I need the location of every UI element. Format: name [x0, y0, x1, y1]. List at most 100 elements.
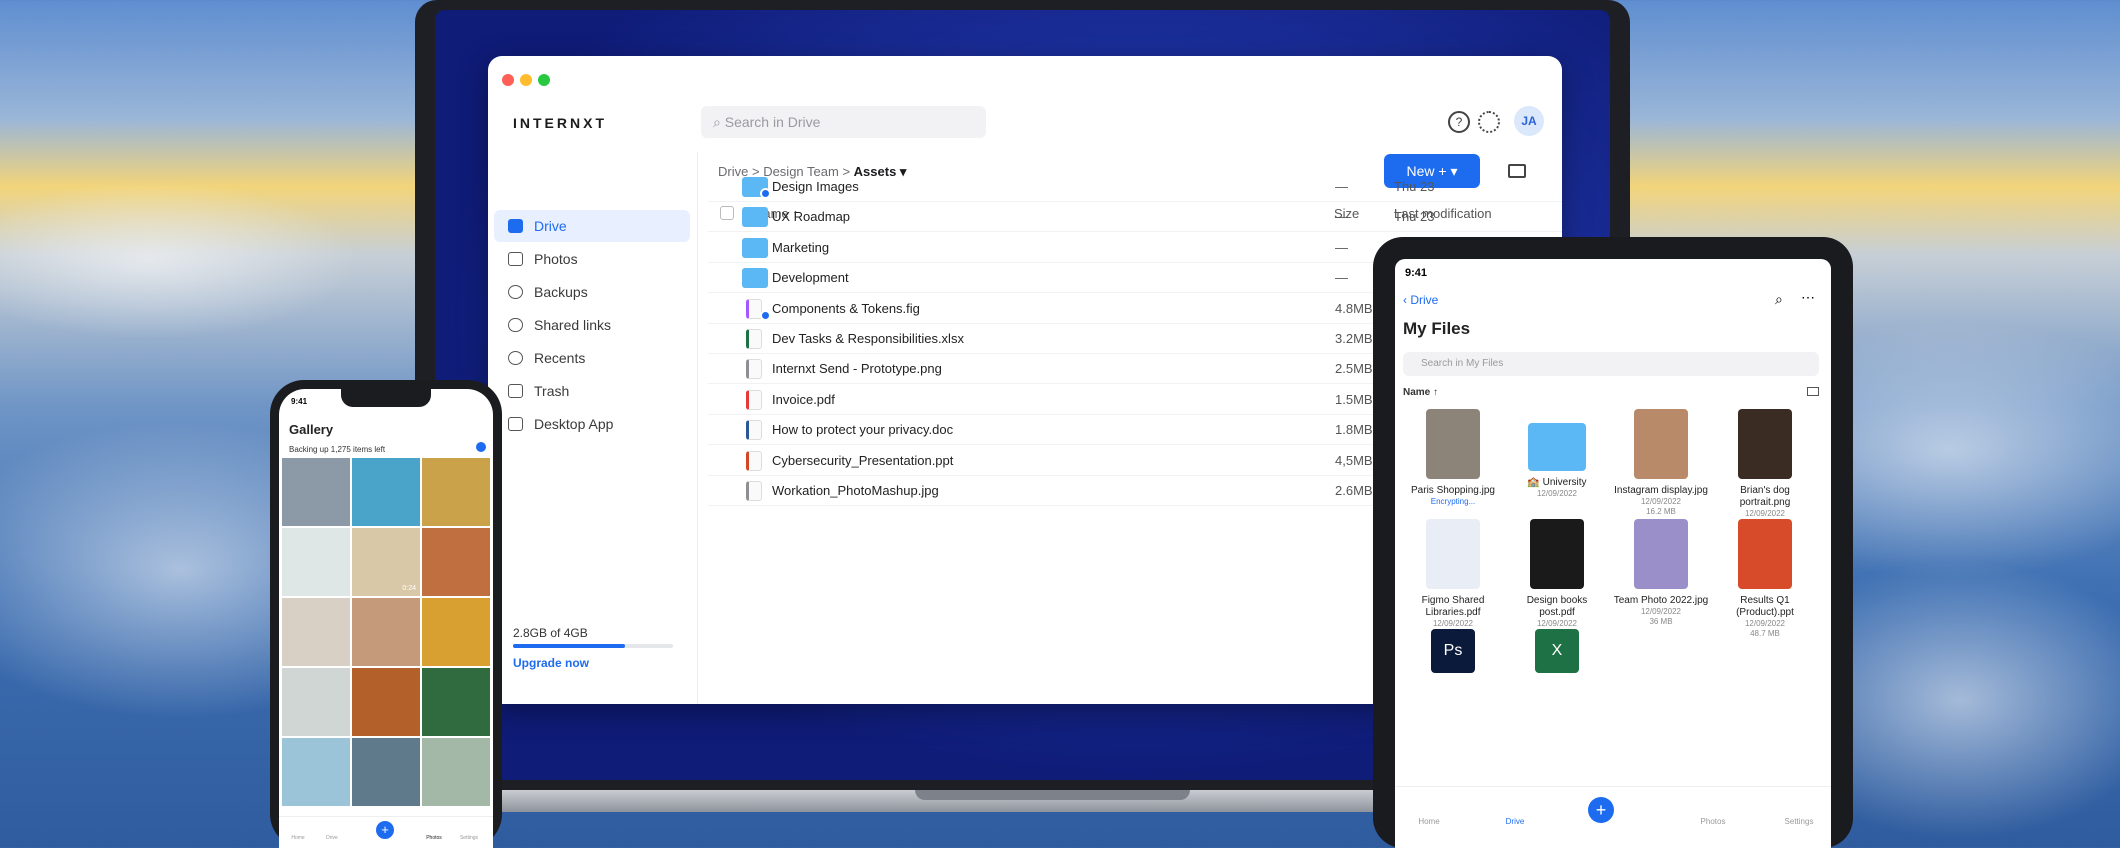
- photo-thumbnail[interactable]: [282, 598, 350, 666]
- photo-thumbnail[interactable]: [282, 528, 350, 596]
- photo-thumbnail[interactable]: [282, 668, 350, 736]
- file-name: Invoice.pdf: [772, 391, 835, 407]
- file-size: 1.5MB: [1335, 391, 1373, 407]
- folder-icon: [742, 207, 768, 228]
- file-name: Figmo Shared Libraries.pdf: [1421, 595, 1485, 618]
- search-placeholder: Search in Drive: [724, 114, 821, 130]
- sidebar-item-desktop-app[interactable]: Desktop App: [494, 408, 690, 440]
- tablet-screen: 9:41 ‹ Drive ⌕ ⋯ My Files Search in My F…: [1395, 259, 1831, 848]
- file-tile[interactable]: X: [1509, 629, 1605, 679]
- pdf-file-icon: [746, 389, 762, 410]
- tablet-nav-drive[interactable]: Drive: [1485, 817, 1545, 826]
- tablet-search-input[interactable]: Search in My Files: [1403, 352, 1819, 376]
- tablet-nav-home[interactable]: Home: [1399, 817, 1459, 826]
- file-tile[interactable]: Ps: [1405, 629, 1501, 679]
- img-file-icon: [746, 359, 762, 380]
- trash-icon: [508, 384, 523, 398]
- minimize-dot[interactable]: [520, 74, 532, 86]
- photo-thumbnail[interactable]: 0:24: [352, 528, 420, 596]
- file-name: Marketing: [772, 239, 830, 255]
- phone-title: Gallery: [289, 422, 334, 437]
- file-tile[interactable]: Instagram display.jpg 12/09/2022 16.2 MB: [1613, 409, 1709, 517]
- tablet-bottom-nav: Home Drive + Photos Settings: [1395, 786, 1831, 848]
- search-icon[interactable]: ⌕: [1775, 291, 1783, 308]
- back-button[interactable]: ‹ Drive: [1403, 293, 1438, 307]
- close-dot[interactable]: [502, 74, 514, 86]
- sidebar-item-backups[interactable]: Backups: [494, 276, 690, 308]
- storage-bar: [513, 644, 673, 648]
- storage-usage: 2.8GB of 4GB: [513, 626, 588, 640]
- file-tile[interactable]: 🏫 University 12/09/2022: [1509, 409, 1605, 499]
- backup-badge-icon[interactable]: [476, 442, 486, 452]
- tablet-nav-photos[interactable]: Photos: [1683, 817, 1743, 826]
- sidebar-item-label: Drive: [534, 218, 567, 234]
- file-tile[interactable]: Paris Shopping.jpg Encrypting...: [1405, 409, 1501, 506]
- laptop-hinge: [915, 790, 1190, 800]
- sidebar-item-photos[interactable]: Photos: [494, 243, 690, 275]
- file-tile[interactable]: Figmo Shared Libraries.pdf12/09/2022 67 …: [1405, 519, 1501, 639]
- table-row[interactable]: UX Roadmap — Thu 23: [708, 202, 1562, 233]
- file-size: 4.8MB: [1335, 300, 1373, 316]
- file-tile[interactable]: Results Q1 (Product).ppt 12/09/2022 48.7 …: [1717, 519, 1813, 639]
- sidebar-item-recents[interactable]: Recents: [494, 342, 690, 374]
- file-meta: 12/09/2022: [1536, 489, 1578, 498]
- help-icon[interactable]: ?: [1448, 111, 1470, 133]
- add-button[interactable]: +: [376, 821, 394, 839]
- photo-thumbnail[interactable]: [422, 458, 490, 526]
- phone-nav-drive[interactable]: Drive: [317, 835, 347, 841]
- shared-link-icon: [760, 188, 771, 199]
- photo-thumbnail[interactable]: [422, 528, 490, 596]
- phone-nav-settings[interactable]: Settings: [454, 835, 484, 841]
- photo-thumbnail[interactable]: [352, 458, 420, 526]
- sidebar-item-trash[interactable]: Trash: [494, 375, 690, 407]
- add-button[interactable]: +: [1588, 797, 1614, 823]
- file-tile[interactable]: Team Photo 2022.jpg 12/09/2022 36 MB: [1613, 519, 1709, 627]
- file-name: Design Images: [772, 179, 859, 194]
- file-thumbnail: [1738, 409, 1792, 479]
- file-meta: 12/09/2022 48.7 MB: [1744, 619, 1786, 638]
- photo-thumbnail[interactable]: [352, 668, 420, 736]
- link-icon: [508, 318, 523, 332]
- tablet-nav-settings[interactable]: Settings: [1769, 817, 1829, 826]
- file-name: Workation_PhotoMashup.jpg: [772, 483, 939, 498]
- photo-thumbnail[interactable]: [422, 738, 490, 806]
- file-size: 4,5MB: [1335, 452, 1373, 468]
- doc-file-icon: [746, 420, 762, 441]
- video-duration: 0:24: [402, 585, 416, 592]
- photo-thumbnail[interactable]: [282, 458, 350, 526]
- sort-control[interactable]: Name ↑: [1403, 387, 1438, 398]
- avatar[interactable]: JA: [1514, 106, 1544, 136]
- shared-link-icon: [760, 309, 771, 321]
- maximize-dot[interactable]: [538, 74, 550, 86]
- file-name: How to protect your privacy.doc: [772, 422, 954, 438]
- more-icon[interactable]: ⋯: [1801, 289, 1815, 306]
- page-title: My Files: [1403, 319, 1471, 338]
- photo-thumbnail[interactable]: [352, 598, 420, 666]
- file-tile[interactable]: Brian's dog portrait.png12/09/2022 15 MB: [1717, 409, 1813, 529]
- ppt-file-icon: [746, 450, 762, 471]
- file-tile[interactable]: Design books post.pdf12/09/2022 180.6 MB: [1509, 519, 1605, 639]
- xlsx-file-icon: [746, 329, 762, 349]
- file-name: Dev Tasks & Responsibilities.xlsx: [772, 331, 964, 346]
- tablet-device: 9:41 ‹ Drive ⌕ ⋯ My Files Search in My F…: [1373, 237, 1853, 848]
- table-row[interactable]: Design Images — Thu 23: [708, 172, 1562, 202]
- upgrade-link[interactable]: Upgrade now: [513, 656, 589, 670]
- photo-thumbnail[interactable]: [422, 598, 490, 666]
- storage-bar-fill: [513, 644, 625, 648]
- list-view-icon[interactable]: [1807, 387, 1819, 396]
- phone-device: 9:41 Gallery Backing up 1,275 items left…: [270, 380, 502, 848]
- photo-thumbnail[interactable]: [422, 668, 490, 736]
- file-size: —: [1335, 239, 1348, 255]
- sidebar-item-drive[interactable]: Drive: [494, 210, 690, 242]
- file-date: Thu 23: [1394, 179, 1435, 194]
- photo-thumbnail[interactable]: [352, 738, 420, 806]
- search-input[interactable]: ⌕ Search in Drive: [701, 106, 986, 138]
- file-name: Instagram display.jpg: [1614, 485, 1708, 496]
- phone-nav-home[interactable]: Home: [283, 835, 313, 841]
- sidebar-item-shared-links[interactable]: Shared links: [494, 309, 690, 341]
- gear-icon[interactable]: [1478, 111, 1500, 133]
- photo-thumbnail[interactable]: [282, 738, 350, 806]
- phone-notch: [341, 389, 431, 407]
- phone-nav-photos[interactable]: Photos: [419, 835, 449, 841]
- file-thumbnail: [1634, 409, 1688, 479]
